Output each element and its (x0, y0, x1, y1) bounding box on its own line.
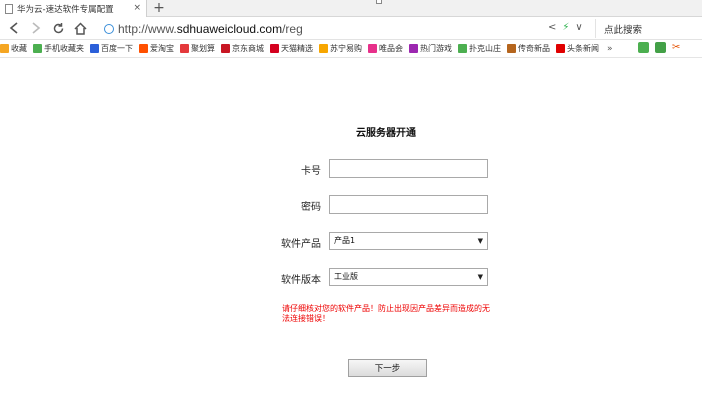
suning-icon (319, 44, 328, 53)
bookmark-label: 百度一下 (101, 44, 133, 53)
bookmark-label: 爱淘宝 (150, 44, 174, 53)
bookmark-item[interactable]: 聚划算 (180, 43, 215, 54)
refresh-icon[interactable] (50, 20, 66, 36)
version-selected-value: 工业版 (334, 272, 358, 281)
next-button[interactable]: 下一步 (348, 359, 427, 377)
taobao-icon (139, 44, 148, 53)
tab-title: 华为云-速达软件专属配置 (17, 4, 114, 15)
bookmarks-more-button[interactable]: » (607, 44, 613, 54)
dropdown-arrow-icon: ▼ (477, 273, 483, 281)
vip-icon (368, 44, 377, 53)
phone-icon (33, 44, 42, 53)
jd-icon (221, 44, 230, 53)
bookmark-label: 头条新闻 (567, 44, 599, 53)
share-icon[interactable]: < (548, 22, 556, 33)
download-icon[interactable] (655, 42, 666, 53)
warning-message: 请仔细核对您的软件产品！防止出现因产品差异而造成的无法连接错误！ (282, 304, 490, 323)
card-number-label: 卡号 (301, 166, 321, 177)
bookmark-item[interactable]: 热门游戏 (409, 43, 452, 54)
bookmark-label: 苏宁易购 (330, 44, 362, 53)
news-icon (556, 44, 565, 53)
bookmark-item[interactable]: 唯品会 (368, 43, 403, 54)
search-input[interactable]: 点此搜索 (595, 19, 702, 38)
baidu-icon (90, 44, 99, 53)
lightning-icon[interactable]: ⚡ (562, 22, 569, 33)
close-tab-icon[interactable]: × (133, 3, 141, 13)
new-tab-button[interactable]: + (152, 0, 166, 17)
bookmark-item[interactable]: 百度一下 (90, 43, 133, 54)
product-selected-value: 产品1 (334, 236, 356, 245)
browser-tab[interactable]: 华为云-速达软件专属配置 × (0, 0, 147, 17)
bookmark-label: 扑克山庄 (469, 44, 501, 53)
star-icon (0, 44, 9, 53)
bookmark-item[interactable]: 天猫精选 (270, 43, 313, 54)
site-info-icon[interactable] (104, 23, 114, 34)
page-title: 云服务器开通 (356, 128, 416, 139)
product-label: 软件产品 (281, 239, 321, 250)
password-row: 密码 (0, 195, 702, 215)
game-icon (409, 44, 418, 53)
address-bar[interactable]: http://www. sdhuaweicloud.com /reg (100, 19, 590, 38)
bookmark-item[interactable]: 收藏 (0, 43, 27, 54)
bookmark-label: 京东商城 (232, 44, 264, 53)
tab-strip: 华为云-速达软件专属配置 × + (0, 0, 702, 17)
bookmark-item[interactable]: 传奇新品 (507, 43, 550, 54)
card-number-row: 卡号 (0, 159, 702, 179)
bookmark-label: 传奇新品 (518, 44, 550, 53)
tmall-icon (270, 44, 279, 53)
bookmarks-bar: 收藏 手机收藏夹 百度一下 爱淘宝 聚划算 京东商城 天猫精选 苏宁易购 唯品会 热门游戏 扑克山庄… (0, 40, 702, 58)
address-tools: < ⚡ ∨ (548, 22, 583, 33)
reader-icon[interactable] (638, 42, 649, 53)
product-row: 软件产品 产品1 ▼ (0, 232, 702, 252)
bookmark-item[interactable]: 头条新闻 (556, 43, 599, 54)
bookmark-item[interactable]: 爱淘宝 (139, 43, 174, 54)
bookmarks-tools: ✂ (638, 42, 683, 53)
legend-icon (507, 44, 516, 53)
version-row: 软件版本 工业版 ▼ (0, 268, 702, 288)
bookmark-label: 收藏 (11, 44, 27, 53)
back-icon[interactable] (6, 20, 22, 36)
bookmark-label: 聚划算 (191, 44, 215, 53)
version-label: 软件版本 (281, 275, 321, 286)
bookmark-item[interactable]: 手机收藏夹 (33, 43, 84, 54)
bookmark-label: 热门游戏 (420, 44, 452, 53)
dropdown-arrow-icon: ▼ (477, 237, 483, 245)
juhuasuan-icon (180, 44, 189, 53)
poker-icon (458, 44, 467, 53)
card-number-input[interactable] (329, 159, 488, 178)
scissors-icon[interactable]: ✂ (672, 42, 683, 53)
url-path: /reg (282, 21, 303, 36)
bookmark-item[interactable]: 苏宁易购 (319, 43, 362, 54)
chevron-down-icon[interactable]: ∨ (575, 22, 582, 33)
bookmark-item[interactable]: 扑克山庄 (458, 43, 501, 54)
url-host: sdhuaweicloud.com (176, 21, 283, 36)
window-handle-icon (376, 0, 382, 4)
url-protocol: http://www. (118, 21, 177, 36)
bookmark-label: 唯品会 (379, 44, 403, 53)
version-select[interactable]: 工业版 ▼ (329, 268, 488, 286)
password-label: 密码 (301, 202, 321, 213)
page-icon (5, 3, 13, 14)
bookmark-label: 手机收藏夹 (44, 44, 84, 53)
bookmark-item[interactable]: 京东商城 (221, 43, 264, 54)
home-icon[interactable] (72, 20, 88, 36)
product-select[interactable]: 产品1 ▼ (329, 232, 488, 250)
navigation-bar: http://www. sdhuaweicloud.com /reg < ⚡ ∨… (0, 17, 702, 40)
bookmark-label: 天猫精选 (281, 44, 313, 53)
password-input[interactable] (329, 195, 488, 214)
forward-icon[interactable] (28, 20, 44, 36)
